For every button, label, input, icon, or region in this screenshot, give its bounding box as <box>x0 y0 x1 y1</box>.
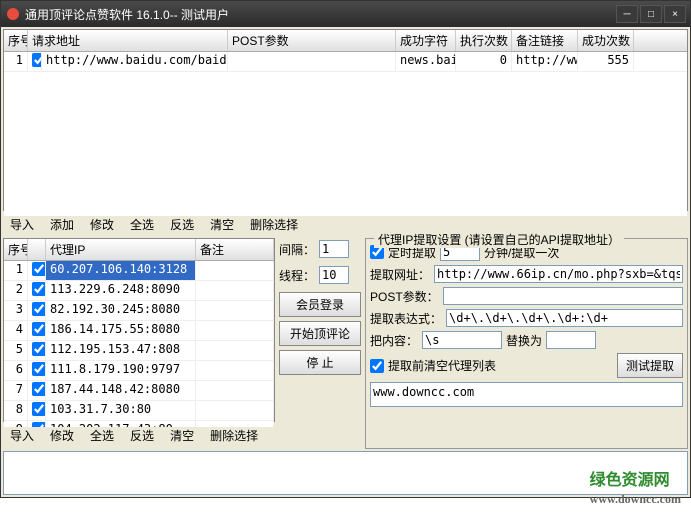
clear-label: 提取前清空代理列表 <box>388 357 496 374</box>
row-checkbox[interactable] <box>32 342 46 356</box>
replace-input[interactable] <box>546 331 596 349</box>
table-row[interactable]: 7187.44.148.42:8080 <box>4 381 274 401</box>
toolbar-button[interactable]: 删除选择 <box>203 424 265 447</box>
col-exec[interactable]: 执行次数 <box>456 30 512 51</box>
replace-label: 替换为 <box>506 332 542 349</box>
url-input[interactable] <box>434 265 683 283</box>
post-input[interactable] <box>443 287 683 305</box>
content-label: 把内容： <box>370 332 418 349</box>
col-url[interactable]: 请求地址 <box>28 30 228 51</box>
toolbar-button[interactable]: 修改 <box>83 213 121 236</box>
clear-checkbox[interactable] <box>370 359 384 373</box>
row-checkbox[interactable] <box>32 282 46 296</box>
toolbar-button[interactable]: 全选 <box>123 213 161 236</box>
col-succ[interactable]: 成功字符 <box>396 30 456 51</box>
row-checkbox[interactable] <box>32 402 46 416</box>
row-checkbox[interactable] <box>32 302 46 316</box>
toolbar-proxy: 导入修改全选反选清空删除选择 <box>3 422 275 449</box>
row-checkbox[interactable] <box>32 382 46 396</box>
toolbar-button[interactable]: 导入 <box>3 213 41 236</box>
close-button[interactable]: × <box>664 5 686 23</box>
toolbar-button[interactable]: 清空 <box>203 213 241 236</box>
regex-input[interactable] <box>446 309 683 327</box>
col-seq[interactable]: 序号 <box>4 239 28 260</box>
threads-input[interactable] <box>319 266 349 284</box>
stop-button[interactable]: 停 止 <box>279 350 361 375</box>
table-row[interactable]: 382.192.30.245:8080 <box>4 301 274 321</box>
proxy-grid[interactable]: 序号 代理IP 备注 160.207.106.140:31282113.229.… <box>3 238 275 422</box>
log-textarea[interactable] <box>3 451 688 495</box>
watermark: 绿色资源网 www.downcc.com <box>590 466 681 508</box>
status-box: www.downcc.com <box>370 382 683 407</box>
table-row[interactable]: 8103.31.7.30:80 <box>4 401 274 421</box>
test-button[interactable]: 测试提取 <box>617 353 683 378</box>
row-checkbox[interactable] <box>32 322 46 336</box>
row-checkbox[interactable] <box>32 53 42 67</box>
content-input[interactable] <box>422 331 502 349</box>
post-label: POST参数： <box>370 288 439 305</box>
table-row[interactable]: 1http://www.baidu.com/baidu?wd=##Knews.b… <box>4 52 687 72</box>
threads-label: 线程： <box>279 267 315 284</box>
titlebar: 通用顶评论点赞软件 16.1.0-- 测试用户 ─ □ × <box>1 1 690 27</box>
app-icon <box>5 6 21 22</box>
toolbar-button[interactable]: 添加 <box>43 213 81 236</box>
col-note[interactable]: 备注 <box>196 239 274 260</box>
table-row[interactable]: 4186.14.175.55:8080 <box>4 321 274 341</box>
toolbar-button[interactable]: 导入 <box>3 424 41 447</box>
proxy-settings-panel: 代理IP提取设置 (请设置自己的API提取地址） 定时提取 分钟/提取一次 提取… <box>365 238 688 449</box>
maximize-button[interactable]: □ <box>640 5 662 23</box>
toolbar-button[interactable]: 反选 <box>163 213 201 236</box>
url-label: 提取网址： <box>370 266 430 283</box>
col-ip[interactable]: 代理IP <box>46 239 196 260</box>
table-row[interactable]: 160.207.106.140:3128 <box>4 261 274 281</box>
request-grid[interactable]: 序号 请求地址 POST参数 成功字符 执行次数 备注链接 成功次数 1http… <box>3 29 688 211</box>
table-row[interactable]: 5112.195.153.47:808 <box>4 341 274 361</box>
interval-input[interactable] <box>319 240 349 258</box>
regex-label: 提取表达式： <box>370 310 442 327</box>
table-row[interactable]: 6111.8.179.190:9797 <box>4 361 274 381</box>
table-row[interactable]: 2113.229.6.248:8090 <box>4 281 274 301</box>
col-link[interactable]: 备注链接 <box>512 30 578 51</box>
row-checkbox[interactable] <box>32 362 46 376</box>
start-button[interactable]: 开始顶评论 <box>279 321 361 346</box>
toolbar-button[interactable]: 清空 <box>163 424 201 447</box>
minimize-button[interactable]: ─ <box>616 5 638 23</box>
toolbar-button[interactable]: 删除选择 <box>243 213 305 236</box>
toolbar-button[interactable]: 修改 <box>43 424 81 447</box>
col-post[interactable]: POST参数 <box>228 30 396 51</box>
toolbar-button[interactable]: 反选 <box>123 424 161 447</box>
row-checkbox[interactable] <box>32 262 46 276</box>
toolbar-button[interactable]: 全选 <box>83 424 121 447</box>
login-button[interactable]: 会员登录 <box>279 292 361 317</box>
panel-legend: 代理IP提取设置 (请设置自己的API提取地址） <box>374 231 624 248</box>
window-title: 通用顶评论点赞软件 16.1.0-- 测试用户 <box>25 6 616 23</box>
interval-label: 间隔： <box>279 241 315 258</box>
col-seq[interactable]: 序号 <box>4 30 28 51</box>
col-count[interactable]: 成功次数 <box>578 30 634 51</box>
